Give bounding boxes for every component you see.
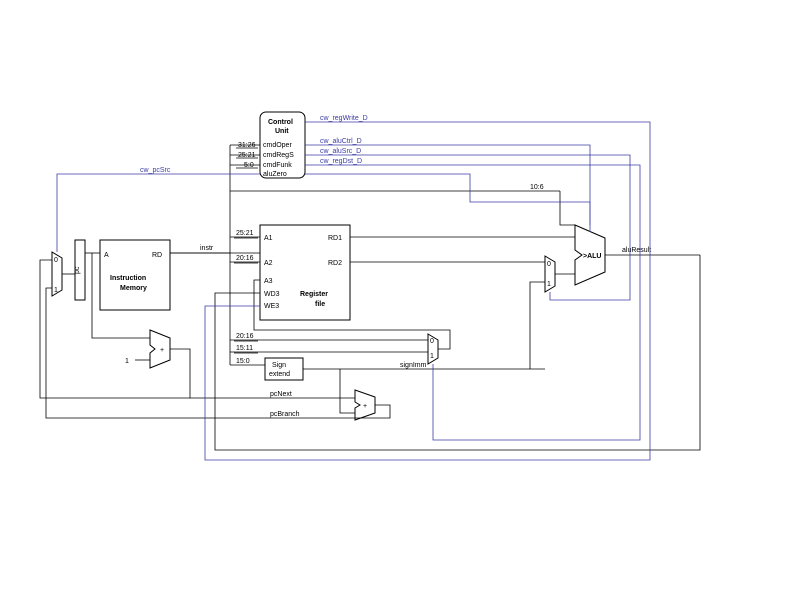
- label-cw-regwrite: cw_regWrite_D: [320, 115, 368, 122]
- rf-a2: A2: [264, 260, 273, 267]
- rf-we3: WE3: [264, 303, 279, 310]
- label-pcbranch: pcBranch: [270, 411, 300, 418]
- sign-extend-label-2: extend: [269, 371, 290, 378]
- label-15-11: 15:11: [236, 345, 253, 352]
- label-cw-aluctrl: cw_aluCtrl_D: [320, 138, 362, 145]
- cu-in-cmdregs: cmdRegS: [263, 152, 294, 159]
- rf-label-1: Register: [300, 291, 328, 298]
- imem-label-line1: Instruction: [110, 275, 146, 282]
- label-aluresult: aluResult: [622, 247, 651, 254]
- wire-signimm-to-branchadd: [340, 369, 355, 413]
- label-cw-pcsrc: cw_pcSrc: [140, 167, 171, 174]
- control-unit-label-2: Unit: [275, 128, 289, 135]
- label-20-16-mux: 20:16: [236, 333, 254, 340]
- cu-in-aluzero: aluZero: [263, 171, 287, 178]
- label-instr: instr: [200, 245, 214, 252]
- svg-text:0: 0: [430, 338, 434, 345]
- cpu-datapath-diagram: 0 1 pc A RD Instruction Memory instr Con…: [0, 0, 800, 599]
- label-const1: 1: [125, 358, 129, 365]
- wire-pcplus1: [170, 349, 355, 398]
- svg-text:1: 1: [547, 281, 551, 288]
- svg-text:1: 1: [430, 353, 434, 360]
- label-cw-regdst: cw_regDst_D: [320, 158, 362, 165]
- label-10-6: 10:6: [530, 184, 544, 191]
- wire-cw-aluctrl: [305, 145, 590, 225]
- control-unit-label-1: Control: [268, 119, 293, 126]
- svg-text:0: 0: [547, 261, 551, 268]
- label-20-16-a2: 20:16: [236, 255, 254, 262]
- imem-port-rd: RD: [152, 252, 162, 259]
- mux-sel-1: 1: [54, 287, 58, 294]
- cu-in-cmdoper: cmdOper: [263, 142, 292, 149]
- wire-signimm-up: [530, 282, 545, 369]
- label-pcnext: pcNext: [270, 391, 292, 398]
- label-signimm: signImm: [400, 362, 427, 369]
- sign-extend-label-1: Sign: [272, 362, 286, 369]
- imem-port-a: A: [104, 252, 109, 259]
- rf-rd1: RD1: [328, 235, 342, 242]
- rf-label-2: file: [315, 301, 325, 308]
- pc-adder-label: +: [160, 347, 164, 354]
- rf-rd2: RD2: [328, 260, 342, 267]
- alu-label: >ALU: [583, 253, 601, 260]
- label-cw-alusrc: cw_aluSrc_D: [320, 148, 361, 155]
- cu-in-cmdfunk: cmdFunk: [263, 162, 292, 169]
- wire-aluzero: [305, 174, 590, 232]
- rf-a1: A1: [264, 235, 273, 242]
- pc-register-label: pc: [74, 266, 81, 274]
- rf-wd3: WD3: [264, 291, 280, 298]
- imem-label-line2: Memory: [120, 285, 147, 292]
- rf-a3: A3: [264, 278, 273, 285]
- label-15-0: 15:0: [236, 358, 250, 365]
- branch-adder-label: +: [363, 403, 367, 410]
- mux-sel-0: 0: [54, 257, 58, 264]
- label-25-21: 25:21: [236, 230, 254, 237]
